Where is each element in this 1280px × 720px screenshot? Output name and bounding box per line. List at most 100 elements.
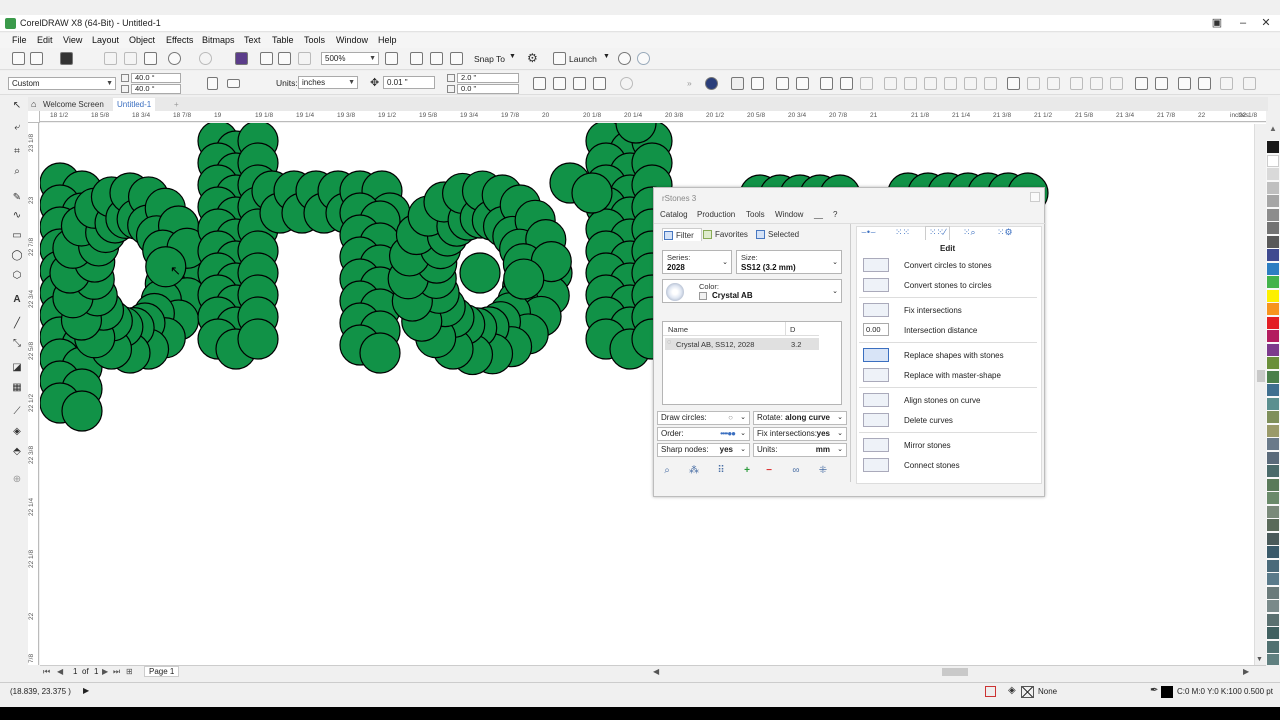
delete-curves-button[interactable]: Delete curves	[904, 416, 953, 425]
draw-circles-option[interactable]: Draw circles: ○ ⌄	[657, 411, 750, 425]
text-tool-icon[interactable]: A	[10, 294, 24, 306]
palette-swatch[interactable]	[1267, 181, 1279, 194]
rstones-close-button[interactable]	[1030, 192, 1040, 202]
stone-circle[interactable]	[503, 258, 545, 300]
landscape-icon[interactable]	[227, 79, 240, 88]
rstones-tab-filter[interactable]: Filter	[662, 228, 702, 241]
redo-icon[interactable]	[199, 52, 212, 65]
rstones-menu-help[interactable]: ?	[833, 210, 837, 219]
freehand-tool-icon[interactable]: ✎	[10, 192, 24, 204]
palette-swatch[interactable]	[1267, 546, 1279, 558]
launch-arrow-icon[interactable]: ▼	[603, 53, 610, 60]
stone-link-icon[interactable]: ∞	[788, 464, 804, 478]
ungroup-icon[interactable]	[796, 77, 809, 90]
paste-icon[interactable]	[144, 52, 157, 65]
stone-circle[interactable]	[237, 318, 279, 360]
palette-swatch[interactable]	[1267, 384, 1279, 396]
zoom-tool-icon[interactable]: ⌕	[10, 166, 24, 178]
palette-swatch[interactable]	[1267, 357, 1279, 369]
replace-shapes-icon[interactable]	[863, 348, 889, 362]
delete-curves-icon[interactable]	[863, 413, 889, 427]
draw-rulers-icon[interactable]	[533, 77, 546, 90]
convert-stones-icon[interactable]	[863, 278, 889, 292]
units-select[interactable]: inches ▼	[298, 76, 358, 89]
mirror-stones-icon[interactable]	[863, 438, 889, 452]
column-name[interactable]: Name	[668, 325, 688, 334]
convert-circles-to-stones-button[interactable]: Convert circles to stones	[904, 261, 992, 270]
palette-swatch[interactable]	[1267, 505, 1279, 518]
undo-icon[interactable]	[168, 52, 181, 65]
show-guidelines-icon[interactable]	[450, 52, 463, 65]
remove-stone-icon[interactable]: −	[761, 464, 777, 478]
palette-swatch[interactable]	[1267, 235, 1279, 248]
mode-edit-icon[interactable]: ⁙⁙∕	[925, 226, 950, 240]
stone-count-icon[interactable]: ⁂	[686, 464, 702, 478]
stone-grid-icon[interactable]: ⠿	[713, 464, 729, 478]
last-page-icon[interactable]: ⏭	[113, 667, 120, 677]
simplify-icon[interactable]	[944, 77, 957, 90]
size-select[interactable]: Size: SS12 (3.2 mm) ⌄	[736, 250, 842, 274]
to-back-icon[interactable]	[1198, 77, 1211, 90]
palette-swatch[interactable]	[1267, 141, 1279, 153]
scroll-right-icon[interactable]: ▶	[1243, 667, 1249, 676]
mode-settings-icon[interactable]: ⁙⚙	[997, 227, 1013, 238]
tab-welcome-screen[interactable]: Welcome Screen	[39, 98, 108, 111]
connector-tool-icon[interactable]: ⤡	[10, 338, 24, 350]
palette-swatch[interactable]	[1267, 654, 1279, 665]
table-row[interactable]: ◌ Crystal AB, SS12, 2028 3.2	[665, 338, 819, 350]
skew-icon[interactable]	[1090, 77, 1103, 90]
menu-effects[interactable]: Effects	[166, 35, 193, 45]
palette-swatch[interactable]	[1267, 573, 1279, 585]
status-expand-icon[interactable]: ▶	[83, 686, 89, 695]
convert-circles-icon[interactable]	[863, 258, 889, 272]
menu-edit[interactable]: Edit	[37, 35, 53, 45]
rstones-tab-selected[interactable]: Selected	[755, 228, 807, 241]
rstones-menu-tools[interactable]: Tools	[746, 210, 765, 219]
palette-swatch[interactable]	[1267, 451, 1279, 464]
outline-color-swatch[interactable]	[1161, 686, 1173, 698]
menu-table[interactable]: Table	[272, 35, 294, 45]
palette-swatch[interactable]	[1267, 289, 1279, 302]
stone-circle[interactable]	[359, 332, 401, 374]
palette-swatch[interactable]	[1267, 613, 1279, 626]
scroll-left-icon[interactable]: ◀	[653, 667, 659, 676]
shape-tool-icon[interactable]	[751, 77, 764, 90]
column-diameter[interactable]: D	[790, 325, 795, 334]
rstones-tab-favorites[interactable]: Favorites	[702, 228, 754, 241]
menu-file[interactable]: File	[12, 35, 27, 45]
to-front-icon[interactable]	[1178, 77, 1191, 90]
rstones-menu-window[interactable]: Window	[775, 210, 803, 219]
duplicate-x-input[interactable]: 2.0 "	[457, 73, 519, 83]
ruler-origin[interactable]	[28, 111, 40, 123]
snap-to-dropdown[interactable]: Snap To	[474, 54, 505, 64]
intersect-icon[interactable]	[924, 77, 937, 90]
palette-swatch[interactable]	[1267, 195, 1279, 207]
palette-swatch[interactable]	[1267, 627, 1279, 639]
palette-swatch[interactable]	[1267, 316, 1279, 329]
save-icon[interactable]	[60, 52, 73, 65]
text-wrap-icon[interactable]	[1220, 77, 1233, 90]
menu-text[interactable]: Text	[244, 35, 261, 45]
nudge-distance-input[interactable]: 0.01 "	[383, 76, 435, 89]
transparency-icon[interactable]: ▦	[10, 382, 24, 394]
palette-swatch[interactable]	[1267, 532, 1279, 545]
quick-customize-icon[interactable]: ⊕	[10, 474, 24, 486]
align-icon[interactable]	[1110, 77, 1123, 90]
drop-shadow-icon[interactable]: ◪	[10, 362, 24, 374]
order-option[interactable]: Order: ••••●● ⌄	[657, 427, 750, 441]
sharp-nodes-option[interactable]: Sharp nodes: yes ⌄	[657, 443, 750, 457]
connect-stones-icon[interactable]	[863, 458, 889, 472]
menu-tools[interactable]: Tools	[304, 35, 325, 45]
vertical-ruler[interactable]: 23 1/8 23 22 7/8 22 3/4 22 5/8 22 1/2 22 3/8 22…	[28, 122, 39, 665]
palette-swatch[interactable]	[1267, 559, 1279, 572]
replace-shapes-with-stones-button[interactable]: Replace shapes with stones	[904, 351, 1004, 360]
stone-circle[interactable]	[571, 172, 613, 214]
convert-stones-to-circles-button[interactable]: Convert stones to circles	[904, 281, 992, 290]
previous-page-icon[interactable]: ◀	[57, 667, 63, 676]
palette-swatch[interactable]	[1267, 640, 1279, 653]
portrait-icon[interactable]	[207, 77, 218, 90]
wrap-icon[interactable]	[1155, 77, 1168, 90]
corel-connect-icon[interactable]	[637, 52, 650, 65]
menu-window[interactable]: Window	[336, 35, 368, 45]
rstones-menu-catalog[interactable]: Catalog	[660, 210, 688, 219]
